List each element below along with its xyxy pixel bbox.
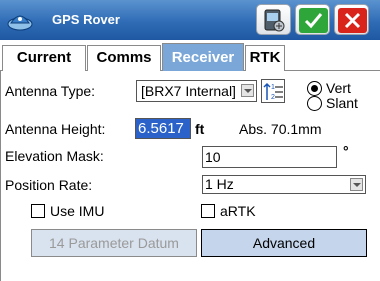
artk-checkbox[interactable] — [201, 204, 215, 218]
ok-button[interactable] — [295, 4, 330, 35]
tab-comms[interactable]: Comms — [87, 45, 161, 71]
advanced-button[interactable]: Advanced — [201, 229, 367, 257]
position-rate-select[interactable]: 1 Hz — [202, 175, 366, 194]
antenna-list-button[interactable]: 1 2 — [261, 79, 285, 103]
device-button[interactable] — [256, 4, 291, 35]
position-rate-value: 1 Hz — [205, 176, 234, 192]
artk-label: aRTK — [220, 203, 256, 219]
tab-current[interactable]: Current — [2, 45, 86, 71]
radio-slant-label: Slant — [326, 95, 358, 111]
antenna-type-value: [BRX7 Internal] — [141, 83, 236, 99]
tab-receiver[interactable]: Receiver — [162, 43, 244, 72]
gps-rover-icon — [7, 15, 33, 31]
close-button[interactable] — [334, 4, 369, 35]
antenna-height-input[interactable]: 6.5617 — [135, 118, 191, 139]
sort-list-icon: 1 2 — [263, 82, 283, 101]
elevation-mask-unit: ° — [343, 143, 349, 159]
antenna-height-unit: ft — [195, 121, 205, 137]
datum-button[interactable]: 14 Parameter Datum — [31, 229, 197, 257]
elevation-mask-label: Elevation Mask: — [5, 148, 104, 164]
radio-vert-label: Vert — [326, 80, 351, 96]
title-bar: GPS Rover — [0, 0, 380, 40]
device-icon — [264, 9, 285, 32]
use-imu-checkbox[interactable] — [31, 204, 45, 218]
svg-text:1: 1 — [271, 84, 275, 91]
tab-rtk[interactable]: RTK — [245, 45, 285, 71]
chevron-down-icon[interactable] — [241, 84, 254, 97]
antenna-height-abs: Abs. 70.1mm — [239, 121, 322, 137]
antenna-type-label: Antenna Type: — [5, 83, 96, 99]
ok-check-icon — [299, 8, 328, 33]
close-x-icon — [338, 8, 367, 33]
radio-vert[interactable] — [307, 81, 322, 96]
radio-slant[interactable] — [307, 96, 322, 111]
elevation-mask-input[interactable]: 10 — [202, 146, 337, 168]
svg-text:2: 2 — [271, 94, 275, 101]
antenna-height-label: Antenna Height: — [5, 121, 106, 137]
tab-strip: Current Comms Receiver RTK — [0, 40, 380, 72]
receiver-panel: Antenna Type: [BRX7 Internal] 1 2 Vert S… — [0, 71, 380, 281]
chevron-down-icon[interactable] — [350, 178, 363, 191]
antenna-type-select[interactable]: [BRX7 Internal] — [136, 80, 257, 102]
window-title: GPS Rover — [52, 12, 120, 27]
use-imu-label: Use IMU — [50, 203, 105, 219]
position-rate-label: Position Rate: — [5, 177, 93, 193]
